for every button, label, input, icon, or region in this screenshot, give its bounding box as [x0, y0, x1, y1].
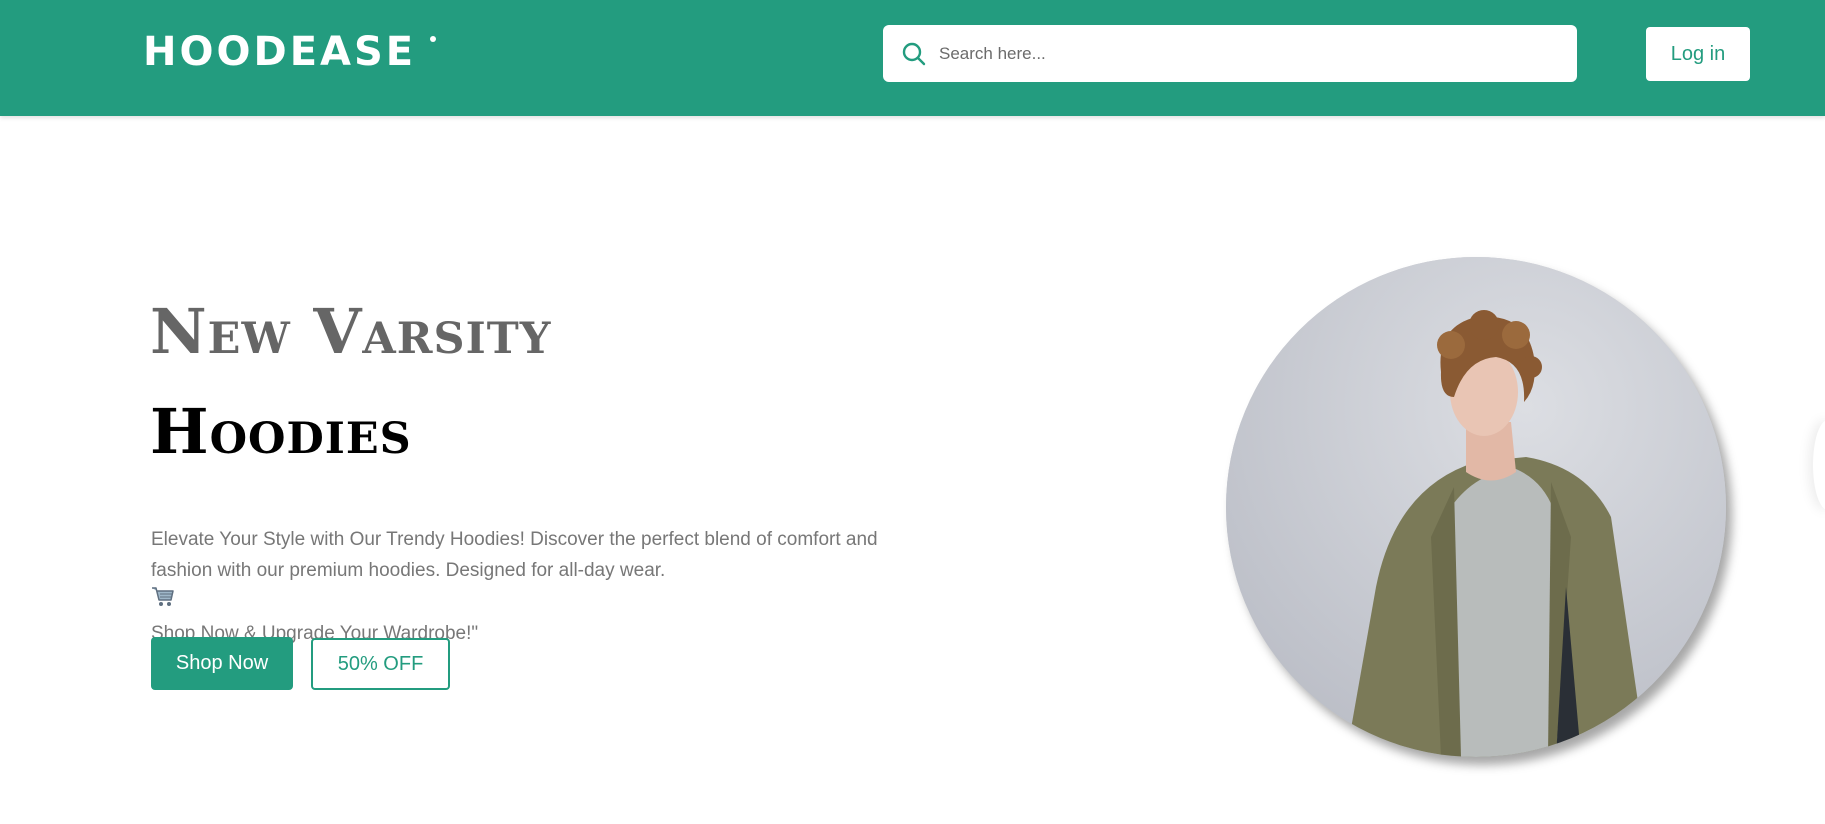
- hero-photo-illustration: [1226, 257, 1726, 757]
- discount-button[interactable]: 50% OFF: [311, 638, 450, 690]
- hero-desc-line2: fashion with our premium hoodies. Design…: [151, 560, 666, 581]
- hero-desc-line1: Elevate Your Style with Our Trendy Hoodi…: [151, 529, 878, 550]
- site-header: HOODEASE Log in: [0, 0, 1825, 116]
- hero-description: Elevate Your Style with Our Trendy Hoodi…: [151, 524, 931, 649]
- search-bar[interactable]: [883, 25, 1577, 82]
- search-icon[interactable]: [901, 41, 927, 67]
- shop-now-button[interactable]: Shop Now: [151, 637, 293, 690]
- logo-dot-icon: [430, 36, 436, 42]
- hero-title: New Varsity Hoodies: [150, 282, 551, 482]
- hero-title-line1: New Varsity: [150, 295, 552, 368]
- edge-decoration: [1813, 420, 1825, 510]
- hero-model-image: [1226, 257, 1726, 757]
- brand-logo[interactable]: HOODEASE: [143, 29, 436, 75]
- search-input[interactable]: [939, 25, 1559, 82]
- hero-title-line2: Hoodies: [150, 395, 412, 468]
- cart-icon: [152, 587, 174, 606]
- login-button[interactable]: Log in: [1646, 27, 1750, 81]
- logo-text: HOODEASE: [143, 29, 417, 75]
